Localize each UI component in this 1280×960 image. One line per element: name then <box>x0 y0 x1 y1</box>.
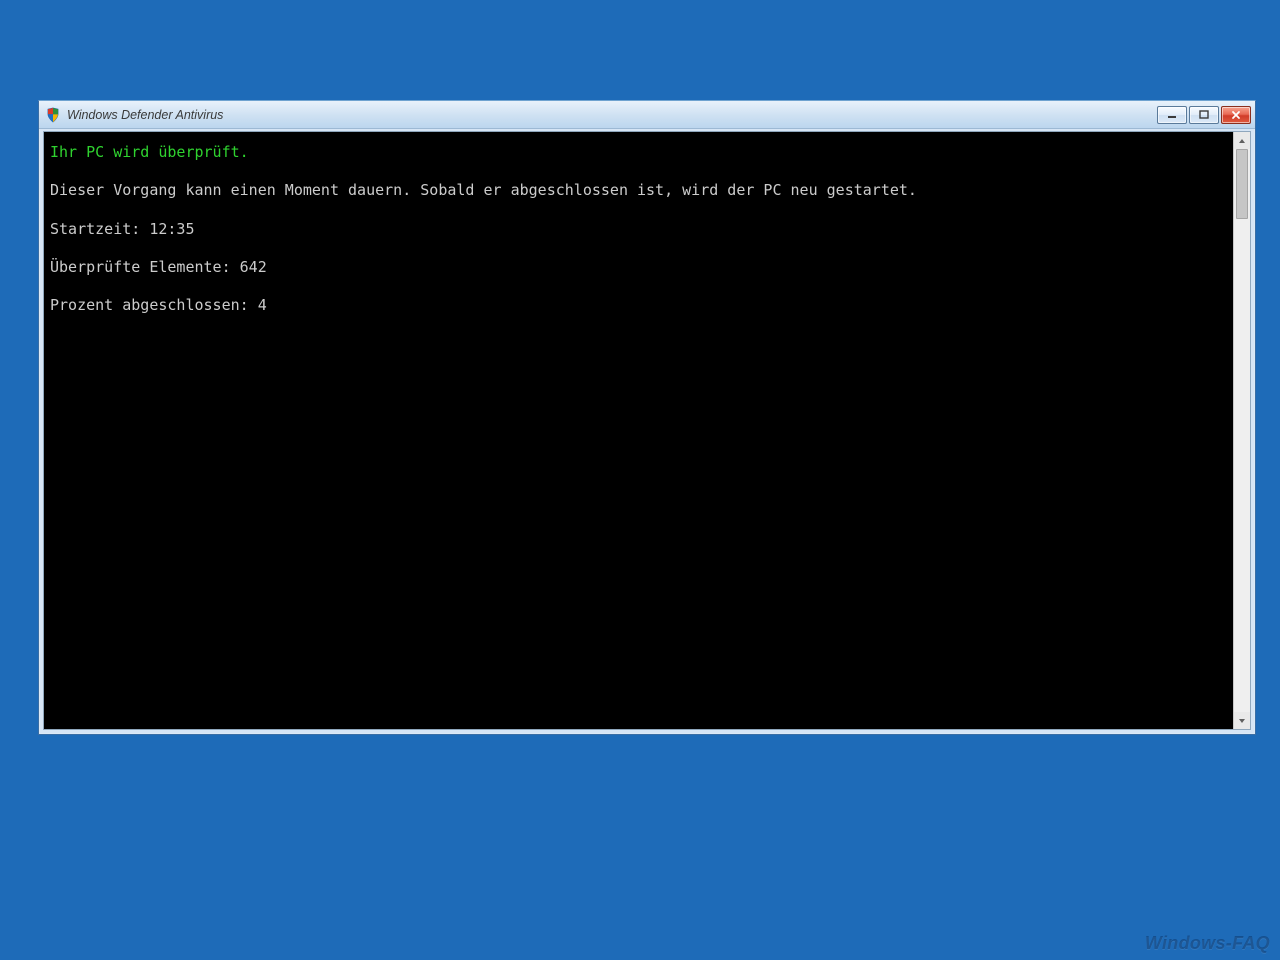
start-time-line: Startzeit: 12:35 <box>50 219 1227 239</box>
content-frame: Ihr PC wird überprüft. Dieser Vorgang kan… <box>43 131 1251 730</box>
vertical-scrollbar[interactable] <box>1233 132 1250 729</box>
items-line: Überprüfte Elemente: 642 <box>50 257 1227 277</box>
scroll-down-arrow-icon[interactable] <box>1234 712 1250 729</box>
watermark-text: Windows-FAQ <box>1145 933 1270 954</box>
scroll-up-arrow-icon[interactable] <box>1234 132 1250 149</box>
start-time-value: 12:35 <box>149 220 194 238</box>
items-label: Überprüfte Elemente: <box>50 258 231 276</box>
items-value: 642 <box>240 258 267 276</box>
start-time-label: Startzeit: <box>50 220 140 238</box>
percent-value: 4 <box>258 296 267 314</box>
percent-line: Prozent abgeschlossen: 4 <box>50 295 1227 315</box>
close-icon <box>1231 110 1241 120</box>
minimize-button[interactable] <box>1157 106 1187 124</box>
scroll-track[interactable] <box>1234 149 1250 712</box>
maximize-button[interactable] <box>1189 106 1219 124</box>
console-output: Ihr PC wird überprüft. Dieser Vorgang kan… <box>44 132 1233 729</box>
scan-info: Dieser Vorgang kann einen Moment dauern.… <box>50 180 1227 200</box>
close-button[interactable] <box>1221 106 1251 124</box>
minimize-icon <box>1167 110 1177 120</box>
window-title: Windows Defender Antivirus <box>67 108 1151 122</box>
titlebar[interactable]: Windows Defender Antivirus <box>39 101 1255 129</box>
percent-label: Prozent abgeschlossen: <box>50 296 249 314</box>
defender-shield-icon <box>45 107 61 123</box>
scroll-thumb[interactable] <box>1236 149 1248 219</box>
scan-heading: Ihr PC wird überprüft. <box>50 142 1227 162</box>
maximize-icon <box>1199 110 1209 120</box>
window-controls <box>1157 106 1251 124</box>
app-window: Windows Defender Antivirus Ihr PC wird ü… <box>38 100 1256 735</box>
